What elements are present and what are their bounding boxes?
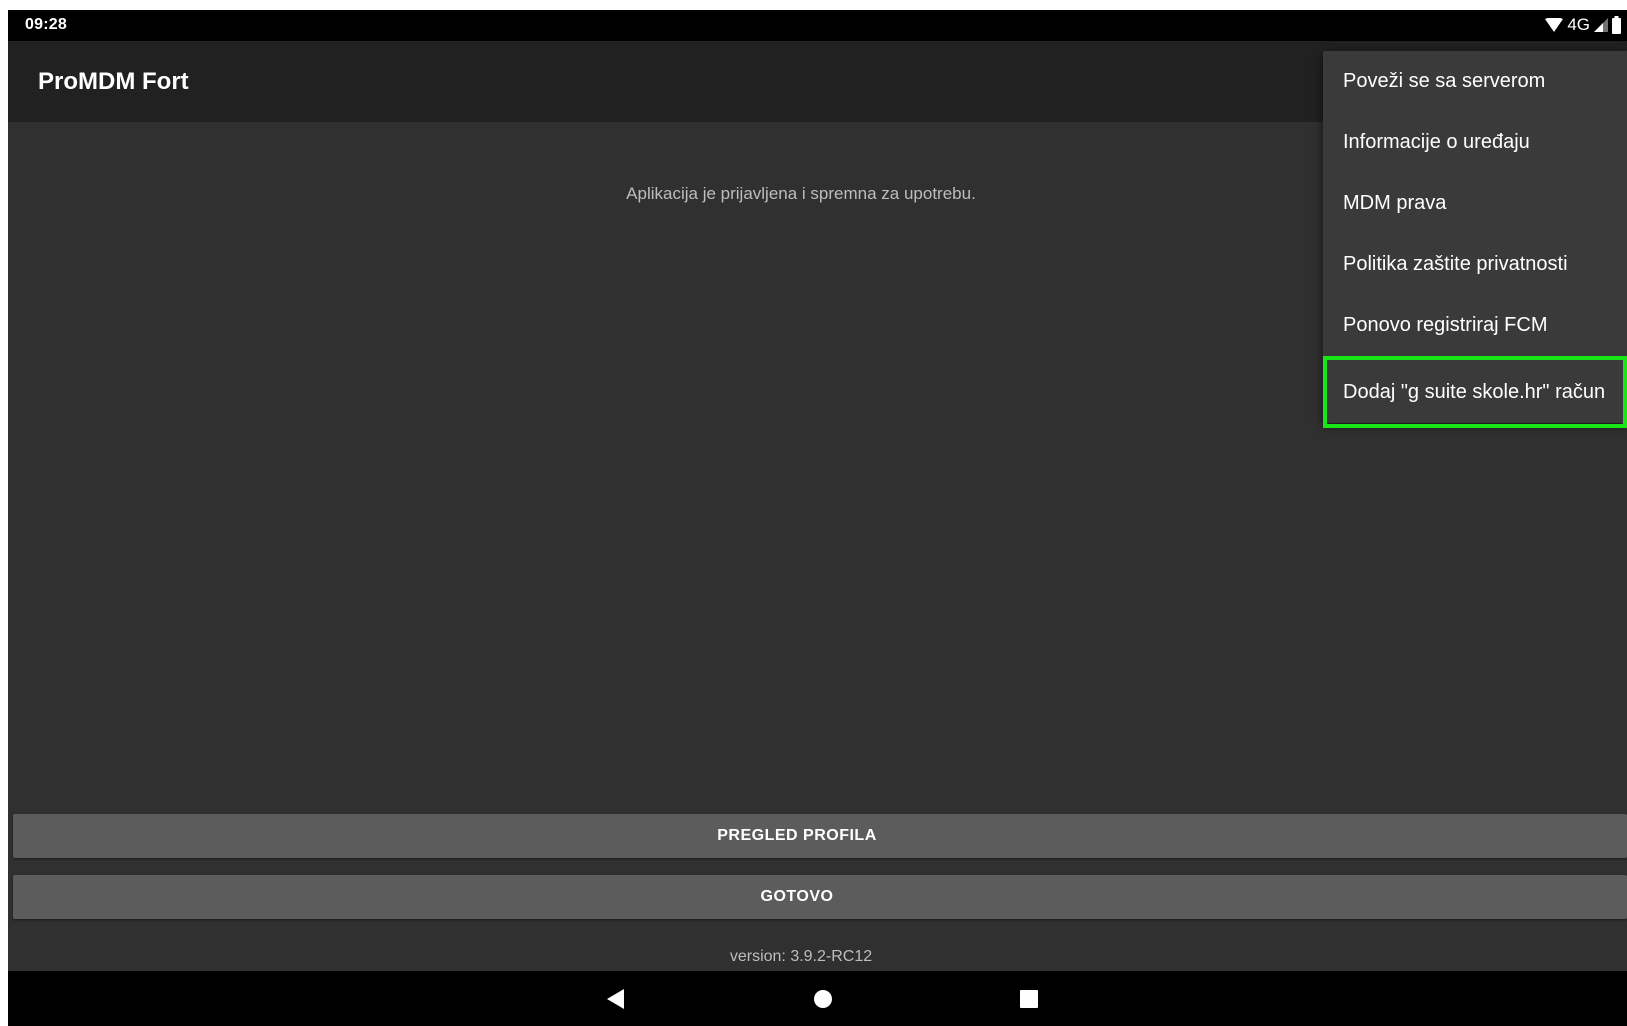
done-button[interactable]: GOTOVO	[13, 875, 1627, 919]
menu-item-privacy-policy[interactable]: Politika zaštite privatnosti	[1323, 234, 1627, 295]
home-button[interactable]	[793, 971, 853, 1026]
navigation-bar	[8, 971, 1627, 1026]
cellular-signal-icon	[1594, 18, 1608, 32]
status-icons: 4G	[1545, 15, 1621, 35]
menu-item-reregister-fcm[interactable]: Ponovo registriraj FCM	[1323, 295, 1627, 356]
version-text: version: 3.9.2-RC12	[729, 948, 873, 965]
profile-review-button[interactable]: PREGLED PROFILA	[13, 814, 1627, 858]
home-icon	[814, 989, 832, 1008]
battery-icon	[1612, 16, 1621, 34]
menu-item-add-gsuite-account[interactable]: Dodaj "g suite skole.hr" račun	[1323, 356, 1627, 428]
recents-button[interactable]	[999, 971, 1059, 1026]
android-screen: 09:28 4G ProMDM Fort Aplikacija je prija…	[8, 10, 1627, 1026]
recents-icon	[1020, 989, 1038, 1008]
wifi-icon	[1545, 18, 1564, 32]
overflow-menu: Poveži se sa serverom Informacije o uređ…	[1323, 51, 1627, 428]
menu-item-device-info[interactable]: Informacije o uređaju	[1323, 112, 1627, 173]
status-bar: 09:28 4G	[8, 10, 1627, 41]
menu-item-connect-server[interactable]: Poveži se sa serverom	[1323, 51, 1627, 112]
back-icon	[607, 988, 624, 1009]
app-title: ProMDM Fort	[38, 68, 189, 95]
status-time: 09:28	[25, 16, 67, 33]
network-type-label: 4G	[1567, 15, 1590, 34]
menu-item-mdm-permissions[interactable]: MDM prava	[1323, 173, 1627, 234]
back-button[interactable]	[586, 971, 646, 1026]
